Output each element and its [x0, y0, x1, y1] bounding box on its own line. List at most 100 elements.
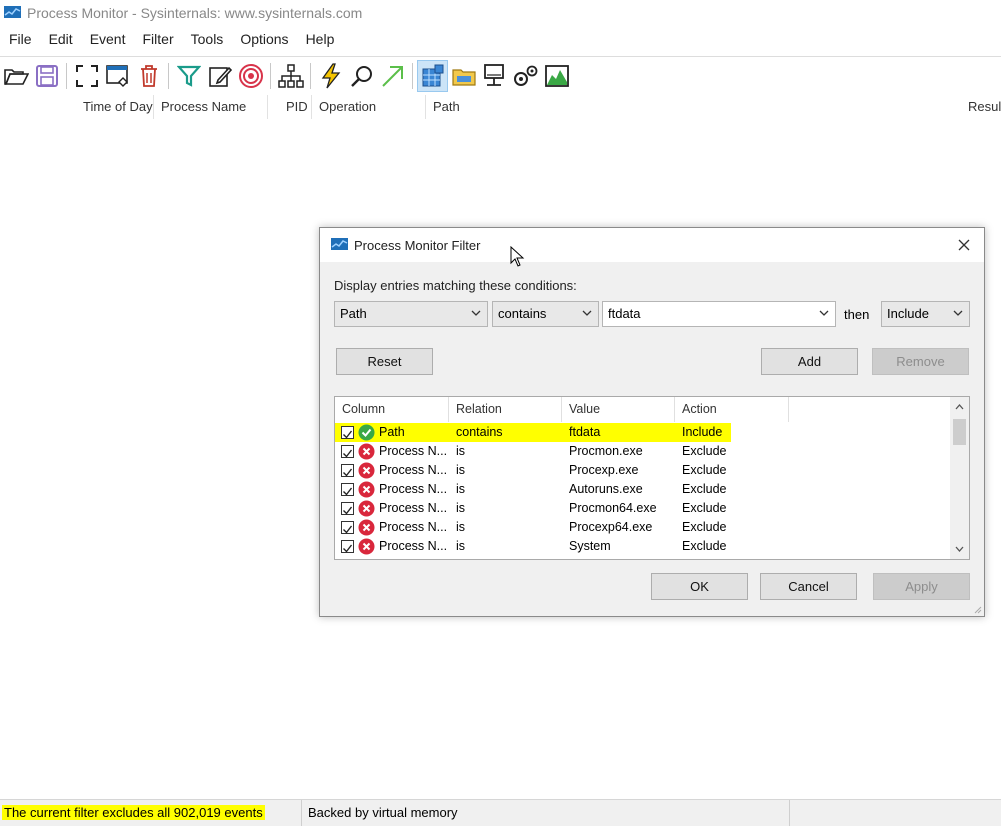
filter-row[interactable]: Process N... is Procmon64.exe Exclude: [335, 499, 951, 518]
column-pid[interactable]: PID: [280, 95, 312, 119]
registry-activity-icon[interactable]: [417, 59, 448, 92]
toolbar-separator: [412, 62, 413, 89]
menu-file[interactable]: File: [0, 31, 40, 47]
row-relation: is: [456, 520, 466, 534]
row-relation: is: [456, 444, 466, 458]
menu-options[interactable]: Options: [231, 31, 296, 47]
checkmark-icon: [343, 468, 353, 477]
menu-help[interactable]: Help: [297, 31, 343, 47]
action-select[interactable]: Include: [881, 301, 970, 327]
menu-edit[interactable]: Edit: [40, 31, 81, 47]
process-activity-icon[interactable]: [510, 60, 541, 92]
relation-select-value: contains: [498, 306, 547, 321]
filter-list[interactable]: Column Relation Value Action Path contain…: [334, 396, 970, 560]
checkmark-icon: [343, 430, 353, 439]
filter-row[interactable]: Process N... is System Exclude: [335, 537, 951, 556]
list-scrollbar[interactable]: [950, 397, 969, 559]
column-result[interactable]: Result: [962, 95, 1001, 119]
column-select[interactable]: Path: [334, 301, 488, 327]
jump-icon[interactable]: [315, 60, 346, 92]
row-checkbox[interactable]: [341, 502, 354, 515]
status-filter-text: The current filter excludes all 902,019 …: [2, 805, 265, 820]
scroll-thumb[interactable]: [953, 419, 966, 445]
file-activity-icon[interactable]: [448, 60, 479, 92]
checkmark-icon: [343, 544, 353, 553]
row-value: Procexp64.exe: [569, 520, 653, 534]
ok-button[interactable]: OK: [651, 573, 748, 600]
menu-filter[interactable]: Filter: [134, 31, 182, 47]
chevron-down-icon: [953, 310, 963, 316]
menu-tools[interactable]: Tools: [182, 31, 232, 47]
filter-row[interactable]: Process N... is Procmon.exe Exclude: [335, 442, 951, 461]
row-value: Procmon.exe: [569, 444, 643, 458]
menu-bar: File Edit Event Filter Tools Options Hel…: [0, 28, 342, 50]
row-value: Autoruns.exe: [569, 482, 643, 496]
value-combo[interactable]: ftdata: [602, 301, 836, 327]
row-value: System: [569, 539, 611, 553]
process-tree-icon[interactable]: [275, 60, 306, 92]
row-relation: is: [456, 463, 466, 477]
row-checkbox[interactable]: [341, 426, 354, 439]
column-process-name[interactable]: Process Name: [155, 95, 268, 119]
chevron-down-icon[interactable]: [819, 310, 829, 317]
clear-icon[interactable]: [133, 60, 164, 92]
find-icon[interactable]: [346, 60, 377, 92]
row-checkbox[interactable]: [341, 483, 354, 496]
conditions-label: Display entries matching these condition…: [334, 278, 577, 293]
list-header-relation[interactable]: Relation: [449, 397, 562, 422]
column-path[interactable]: Path: [427, 95, 957, 119]
save-icon[interactable]: [31, 60, 62, 92]
procmon-app-icon: [4, 5, 21, 22]
chevron-down-icon: [471, 310, 481, 316]
resize-grip-icon[interactable]: [972, 604, 982, 614]
column-time-of-day[interactable]: Time of Day: [77, 95, 154, 119]
list-header-column[interactable]: Column: [335, 397, 449, 422]
then-label: then: [844, 307, 870, 322]
menu-event[interactable]: Event: [81, 31, 134, 47]
row-value: Procexp.exe: [569, 463, 639, 477]
target-icon[interactable]: [235, 60, 266, 92]
row-checkbox[interactable]: [341, 464, 354, 477]
remove-button[interactable]: Remove: [872, 348, 969, 375]
reset-button[interactable]: Reset: [336, 348, 433, 375]
status-memory: Backed by virtual memory: [303, 800, 790, 826]
cancel-button[interactable]: Cancel: [760, 573, 857, 600]
row-action: Exclude: [682, 444, 727, 458]
scroll-up-icon[interactable]: [950, 399, 969, 415]
row-checkbox[interactable]: [341, 540, 354, 553]
value-input[interactable]: ftdata: [608, 306, 641, 321]
scroll-down-icon[interactable]: [950, 541, 969, 557]
capture-icon[interactable]: [102, 60, 133, 92]
jump-to-icon[interactable]: [377, 60, 408, 92]
filter-icon[interactable]: [173, 60, 204, 92]
network-activity-icon[interactable]: [479, 60, 510, 92]
row-action: Exclude: [682, 520, 727, 534]
filter-list-header: Column Relation Value Action: [335, 397, 951, 422]
row-relation: is: [456, 501, 466, 515]
filter-row[interactable]: Process N... is Procexp.exe Exclude: [335, 461, 951, 480]
filter-row[interactable]: Process N... is Procexp64.exe Exclude: [335, 518, 951, 537]
list-header-action[interactable]: Action: [675, 397, 789, 422]
autoscroll-icon[interactable]: [71, 60, 102, 92]
row-checkbox[interactable]: [341, 521, 354, 534]
profiling-activity-icon[interactable]: [541, 60, 572, 92]
apply-button[interactable]: Apply: [873, 573, 970, 600]
toolbar-separator: [310, 62, 311, 89]
column-select-value: Path: [340, 306, 367, 321]
add-button[interactable]: Add: [761, 348, 858, 375]
mouse-cursor-icon: [510, 246, 525, 267]
open-icon[interactable]: [0, 60, 31, 92]
row-relation: is: [456, 539, 466, 553]
action-select-value: Include: [887, 306, 929, 321]
column-operation[interactable]: Operation: [313, 95, 426, 119]
checkmark-icon: [343, 506, 353, 515]
highlight-icon[interactable]: [204, 60, 235, 92]
row-checkbox[interactable]: [341, 445, 354, 458]
row-value: ftdata: [569, 425, 601, 439]
filter-row[interactable]: Process N... is Autoruns.exe Exclude: [335, 480, 951, 499]
close-icon[interactable]: [954, 235, 974, 255]
filter-row[interactable]: Path contains ftdata Include: [335, 423, 731, 442]
list-header-value[interactable]: Value: [562, 397, 675, 422]
relation-select[interactable]: contains: [492, 301, 599, 327]
row-column: Process N...: [379, 463, 448, 477]
